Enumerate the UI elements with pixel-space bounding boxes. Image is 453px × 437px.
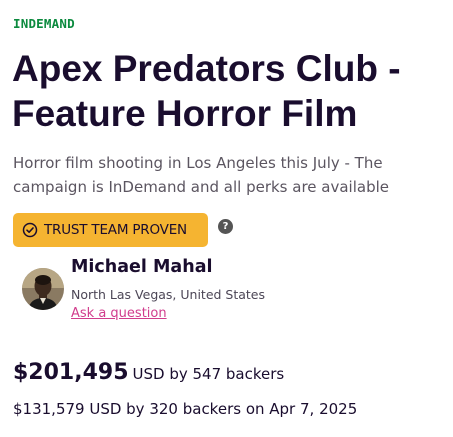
ask-question-link[interactable]: Ask a question [71,306,167,321]
check-circle-icon [22,222,38,238]
funding-amount: $201,495 [13,360,129,385]
owner-name[interactable]: Michael Mahal [71,257,213,277]
funding-summary: $201,495 USD by 547 backers [13,360,284,385]
question-mark-icon[interactable]: ? [218,219,233,234]
campaign-status-tag: INDEMAND [13,16,75,31]
avatar[interactable] [22,268,64,310]
owner-location: North Las Vegas, United States [71,287,266,302]
badge-label: TRUST TEAM PROVEN [44,222,187,238]
trust-team-proven-badge[interactable]: TRUST TEAM PROVEN [13,213,208,247]
campaign-title: Apex Predators Club - Feature Horror Fil… [12,48,401,134]
secondary-funding: $131,579 USD by 320 backers on Apr 7, 20… [13,400,358,418]
funding-backers: USD by 547 backers [132,365,285,383]
campaign-blurb: Horror film shooting in Los Angeles this… [13,154,389,196]
